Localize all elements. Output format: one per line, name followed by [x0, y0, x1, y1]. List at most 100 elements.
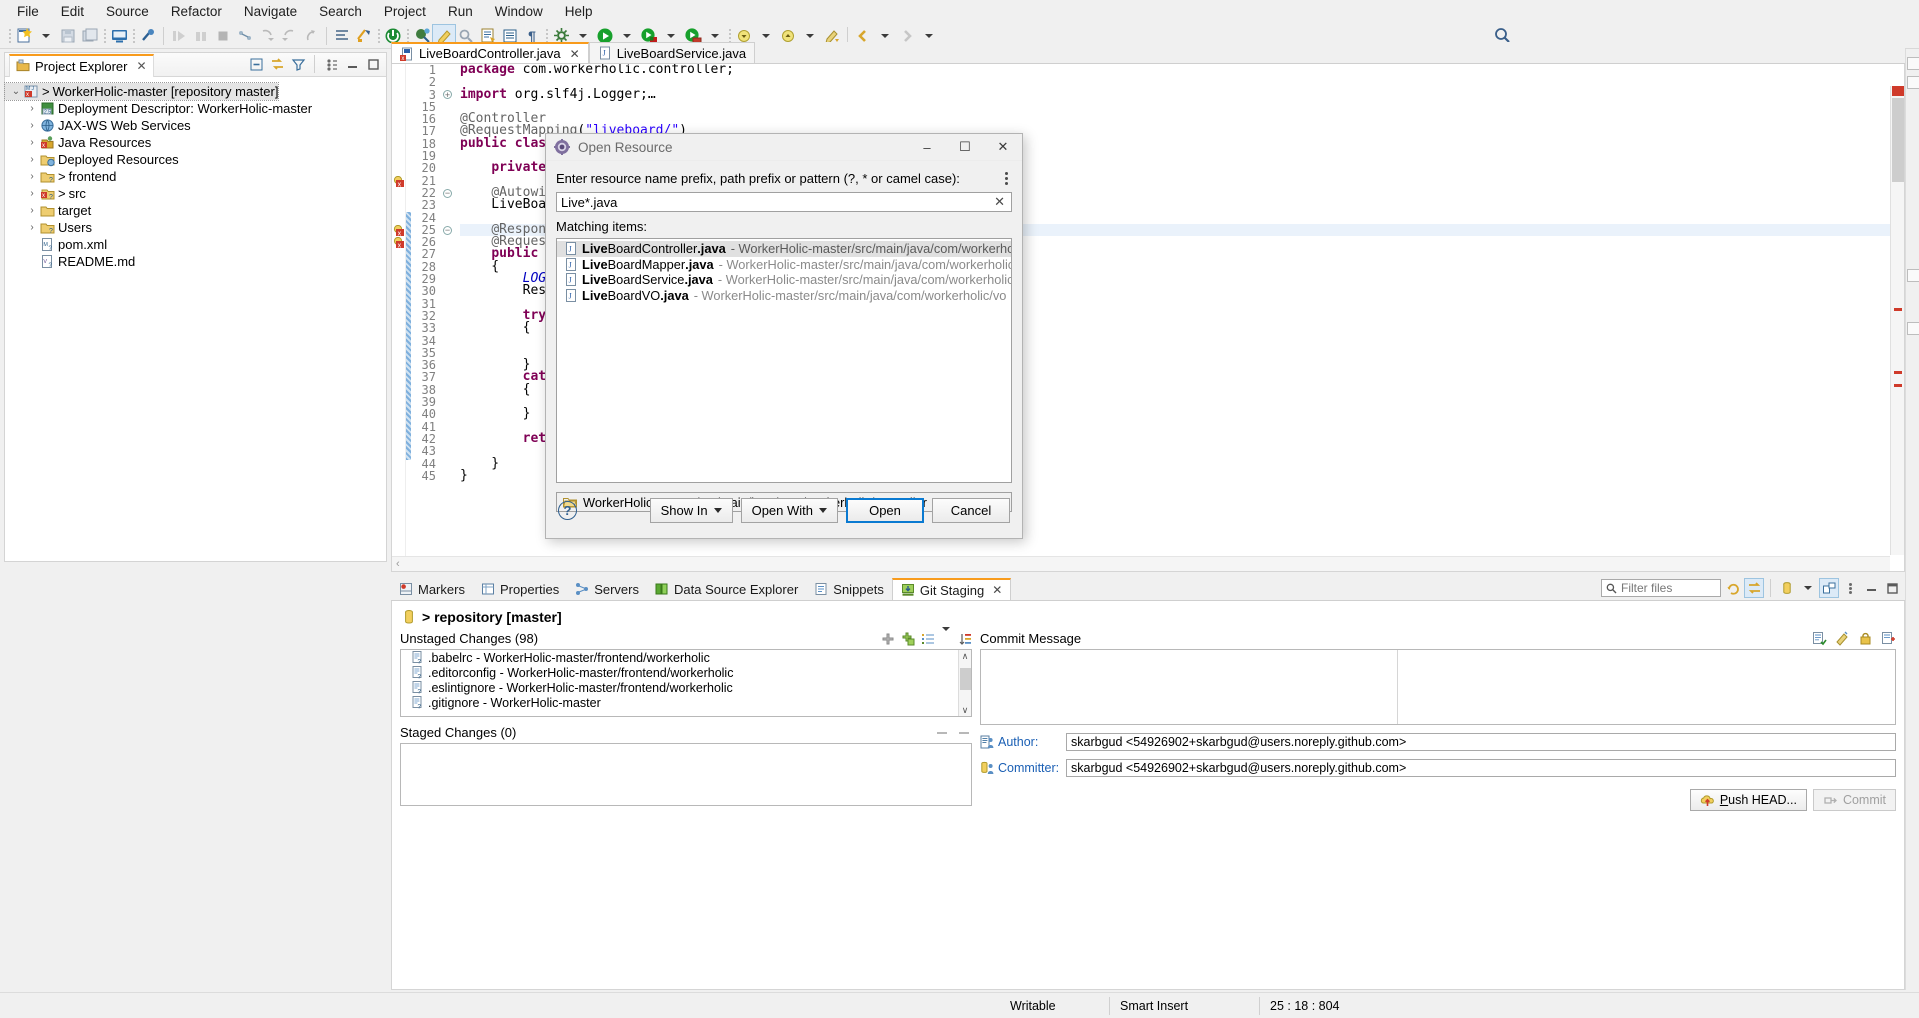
link-with-editor-icon[interactable]: [268, 55, 286, 73]
tab-markers[interactable]: Markers: [391, 578, 473, 600]
sort-icon[interactable]: [958, 632, 972, 646]
editor-tab-liveboardservice[interactable]: J LiveBoardService.java: [588, 42, 756, 63]
overview-error-mark[interactable]: [1894, 384, 1902, 387]
chevron-down-icon[interactable]: [941, 627, 952, 646]
tree-item-users[interactable]: › ? Users: [5, 219, 386, 236]
minimize-icon[interactable]: –: [908, 134, 946, 161]
tree-item-deployment-descriptor[interactable]: › 2.5 Deployment Descriptor: WorkerHolic…: [5, 100, 386, 117]
resource-name-input[interactable]: Live*.java ✕: [556, 192, 1012, 212]
author-input[interactable]: skarbgud <54926902+skarbgud@users.norepl…: [1066, 733, 1896, 751]
matching-item-liveboardservice[interactable]: J LiveBoardService.java - WorkerHolic-ma…: [557, 272, 1011, 288]
list-item[interactable]: ? .editorconfig - WorkerHolic-master/fro…: [401, 665, 971, 680]
pause-icon[interactable]: [190, 25, 212, 47]
menu-item-file[interactable]: File: [6, 1, 50, 22]
tab-git-staging[interactable]: Git Staging ✕: [891, 578, 1012, 600]
new-wizard-icon[interactable]: [13, 25, 35, 47]
close-icon[interactable]: ✕: [984, 134, 1022, 161]
clear-icon[interactable]: ✕: [992, 194, 1007, 210]
collapse-all-icon[interactable]: [247, 55, 265, 73]
rail-minimized-view-icon-2[interactable]: [1907, 322, 1919, 335]
menu-item-help[interactable]: Help: [554, 1, 604, 22]
matching-items-list[interactable]: J LiveBoardController.java - WorkerHolic…: [556, 238, 1012, 483]
minimize-view-icon[interactable]: [343, 55, 361, 73]
fold-toggle-icon[interactable]: −: [441, 187, 454, 199]
expand-twisty-icon[interactable]: ›: [25, 120, 39, 131]
rail-outline-icon[interactable]: [1907, 57, 1919, 70]
list-item[interactable]: ? .babelrc - WorkerHolic-master/frontend…: [401, 650, 971, 665]
help-icon[interactable]: ?: [558, 500, 577, 520]
unstaged-scrollbar[interactable]: ∧ ∨: [958, 650, 971, 716]
terminate-icon[interactable]: [212, 25, 234, 47]
menu-item-navigate[interactable]: Navigate: [233, 1, 308, 22]
filter-icon[interactable]: [289, 55, 307, 73]
error-marker-icon[interactable]: x: [393, 225, 405, 237]
unstaged-changes-list[interactable]: ? .babelrc - WorkerHolic-master/frontend…: [400, 649, 972, 717]
add-signed-off-icon[interactable]: [1812, 631, 1827, 646]
toolbar-drag-handle[interactable]: [6, 27, 13, 45]
maximize-view-icon[interactable]: [364, 55, 382, 73]
open-with-button[interactable]: Open With: [740, 497, 838, 523]
expand-twisty-icon[interactable]: ›: [25, 137, 39, 148]
view-menu-icon[interactable]: [1841, 579, 1859, 597]
overview-error-mark[interactable]: [1894, 308, 1902, 311]
console-icon[interactable]: [108, 25, 130, 47]
expand-twisty-icon[interactable]: ⌄: [9, 86, 23, 97]
maximize-icon[interactable]: ☐: [946, 134, 984, 161]
expand-twisty-icon[interactable]: ›: [25, 188, 39, 199]
tab-data-source-explorer[interactable]: Data Source Explorer: [647, 578, 806, 600]
editor-marker-bar[interactable]: x x x: [392, 64, 406, 571]
committer-input[interactable]: skarbgud <54926902+skarbgud@users.norepl…: [1066, 759, 1896, 777]
add-change-id-icon[interactable]: [1881, 631, 1896, 646]
editor-folding-column[interactable]: + − −: [441, 64, 454, 571]
tree-item-workerholic-master[interactable]: ⌄ xM J > WorkerHolic-master [repository m…: [3, 82, 280, 101]
rail-task-list-icon[interactable]: [1907, 76, 1919, 89]
open-button[interactable]: Open: [846, 497, 924, 523]
editor-vertical-scrollbar[interactable]: [1890, 86, 1904, 555]
close-icon[interactable]: ✕: [136, 59, 146, 73]
expand-twisty-icon[interactable]: ›: [25, 205, 39, 216]
filter-files-input[interactable]: Filter files: [1601, 579, 1721, 597]
menu-item-run[interactable]: Run: [437, 1, 484, 22]
view-menu-icon[interactable]: [322, 55, 340, 73]
close-icon[interactable]: ✕: [570, 47, 580, 61]
menu-item-edit[interactable]: Edit: [50, 1, 95, 22]
menu-item-source[interactable]: Source: [95, 1, 160, 22]
step-out-icon[interactable]: [300, 25, 322, 47]
commit-message-input[interactable]: [980, 649, 1896, 725]
tree-item-jaxws-web-services[interactable]: › JAX-WS Web Services: [5, 117, 386, 134]
tab-project-explorer[interactable]: Project Explorer ✕: [9, 53, 154, 77]
save-icon[interactable]: [57, 25, 79, 47]
build-icon[interactable]: [353, 25, 375, 47]
step-return-icon[interactable]: [278, 25, 300, 47]
dialog-titlebar[interactable]: Open Resource – ☐ ✕: [546, 134, 1022, 161]
dialog-menu-icon[interactable]: [1000, 172, 1012, 185]
matching-item-liveboardvo[interactable]: J LiveBoardVO.java - WorkerHolic-master/…: [557, 288, 1011, 304]
compare-mode-icon[interactable]: [1744, 578, 1764, 598]
unstage-all-icon[interactable]: [958, 728, 972, 738]
list-item[interactable]: ? .gitignore - WorkerHolic-master: [401, 695, 971, 710]
matching-item-liveboardmapper[interactable]: J LiveBoardMapper.java - WorkerHolic-mas…: [557, 257, 1011, 273]
tree-item-deployed-resources[interactable]: › Deployed Resources: [5, 151, 386, 168]
staged-changes-list[interactable]: [400, 743, 972, 806]
rail-minimized-view-icon[interactable]: [1907, 269, 1919, 282]
commit-button[interactable]: Commit: [1812, 789, 1896, 811]
expand-twisty-icon[interactable]: ›: [25, 171, 39, 182]
error-marker-icon[interactable]: x: [393, 176, 405, 188]
tree-item-java-resources[interactable]: › x Java Resources: [5, 134, 386, 151]
maximize-icon[interactable]: [1883, 579, 1901, 597]
new-wizard-dropdown-icon[interactable]: [35, 25, 57, 47]
list-presentation-icon[interactable]: [921, 632, 935, 646]
menu-item-project[interactable]: Project: [373, 1, 437, 22]
show-in-button[interactable]: Show In: [649, 497, 733, 523]
tab-properties[interactable]: Properties: [473, 578, 567, 600]
menu-item-window[interactable]: Window: [484, 1, 554, 22]
step-over-icon[interactable]: [168, 25, 190, 47]
sign-commit-icon[interactable]: [1858, 631, 1873, 646]
stage-all-icon[interactable]: [901, 632, 915, 646]
tab-snippets[interactable]: Snippets: [806, 578, 892, 600]
refresh-icon[interactable]: [1724, 579, 1742, 597]
push-head-button[interactable]: Push HEAD...: [1689, 789, 1807, 811]
overview-error-mark[interactable]: [1894, 371, 1902, 374]
list-item[interactable]: ? .eslintignore - WorkerHolic-master/fro…: [401, 680, 971, 695]
tree-item-frontend[interactable]: › ? > frontend: [5, 168, 386, 185]
